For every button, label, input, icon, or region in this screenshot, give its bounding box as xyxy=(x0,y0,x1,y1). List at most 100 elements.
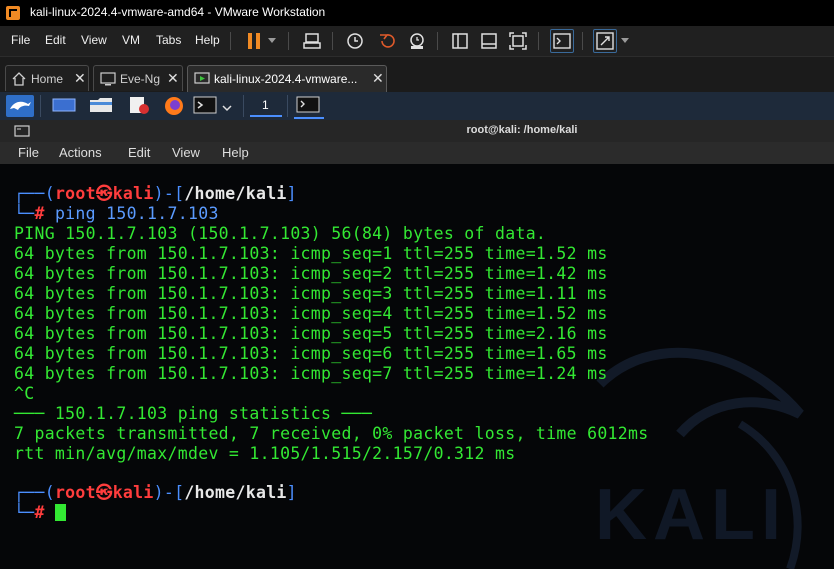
output-line: 64 bytes from 150.1.7.103: icmp_seq=6 tt… xyxy=(14,344,608,363)
full-screen-dropdown-button[interactable] xyxy=(619,29,631,53)
pause-button[interactable] xyxy=(242,29,266,53)
close-icon[interactable]: ✕ xyxy=(372,70,384,87)
snapshot-clock-icon xyxy=(347,33,363,49)
prompt-line-input[interactable]: └─# xyxy=(14,503,66,523)
taskbar-terminal-window[interactable] xyxy=(294,95,324,119)
tab-kali-linux-label: kali-linux-2024.4-vmware... xyxy=(214,72,358,86)
kali-watermark: KALI xyxy=(595,475,787,555)
snapshot-manager-icon xyxy=(410,33,424,49)
vm-running-icon xyxy=(194,72,210,84)
terminal-menu-view[interactable]: View xyxy=(172,145,200,160)
menu-edit[interactable]: Edit xyxy=(45,33,66,47)
prompt-line-command: └─# ping 150.1.7.103 xyxy=(14,204,219,223)
fullscreen-icon xyxy=(596,32,614,50)
panel-separator xyxy=(40,95,41,117)
revert-snapshot-button[interactable] xyxy=(375,29,399,53)
vm-tab-strip: Home ✕ Eve-Ng ✕ kali-linux-2024.4-vmware… xyxy=(0,57,834,92)
fit-guest-button[interactable] xyxy=(506,29,530,53)
fit-window-icon xyxy=(509,32,527,50)
pause-icon xyxy=(248,33,260,49)
output-line: 64 bytes from 150.1.7.103: icmp_seq=1 tt… xyxy=(14,244,608,263)
toolbar-separator xyxy=(332,32,333,50)
menu-tabs[interactable]: Tabs xyxy=(156,33,181,47)
terminal-menu-file[interactable]: File xyxy=(18,145,39,160)
file-manager-button[interactable] xyxy=(88,95,114,115)
power-dropdown-button[interactable] xyxy=(264,29,280,53)
send-ctrl-alt-del-button[interactable] xyxy=(300,29,324,53)
revert-icon xyxy=(380,34,395,48)
toolbar-separator xyxy=(230,32,231,50)
keyboard-send-icon xyxy=(303,33,321,49)
console-view-button[interactable] xyxy=(550,29,574,53)
thumbnail-layout-icon xyxy=(481,33,497,49)
chevron-down-icon xyxy=(621,38,629,43)
window-title: kali-linux-2024.4-vmware-amd64 - VMware … xyxy=(30,5,326,19)
toolbar-separator xyxy=(288,32,289,50)
terminal-menu-actions[interactable]: Actions xyxy=(59,145,102,160)
close-icon[interactable]: ✕ xyxy=(74,70,86,87)
output-line: ^C xyxy=(14,384,35,403)
show-desktop-button[interactable] xyxy=(52,95,76,115)
text-editor-icon xyxy=(130,97,149,114)
tab-home-label: Home xyxy=(31,72,64,86)
workspace-1-button[interactable]: 1 xyxy=(250,95,282,117)
terminal-console-icon xyxy=(553,33,571,49)
toolbar-separator xyxy=(437,32,438,50)
terminal-output-area[interactable]: KALI ┌──(root㉿kali)-[/home/kali] └─# pin… xyxy=(0,164,834,569)
terminal-icon xyxy=(296,96,320,113)
output-line: 64 bytes from 150.1.7.103: icmp_seq=4 tt… xyxy=(14,304,608,323)
panel-separator xyxy=(243,95,244,117)
output-line: 64 bytes from 150.1.7.103: icmp_seq=3 tt… xyxy=(14,284,608,303)
tab-home[interactable]: Home ✕ xyxy=(5,65,89,91)
desktop-icon xyxy=(52,98,76,112)
kali-top-panel: 1 xyxy=(0,92,834,120)
kali-menu-button[interactable] xyxy=(6,95,34,117)
show-library-button[interactable] xyxy=(448,29,472,53)
prompt-line-top: ┌──(root㉿kali)-[/home/kali] xyxy=(14,483,297,502)
menu-help[interactable]: Help xyxy=(195,33,220,47)
menu-vm[interactable]: VM xyxy=(122,33,140,47)
text-cursor xyxy=(54,504,66,521)
output-line: ─── 150.1.7.103 ping statistics ─── xyxy=(14,404,373,423)
firefox-icon xyxy=(165,97,183,115)
folder-icon xyxy=(90,98,112,112)
menu-file[interactable]: File xyxy=(11,33,30,47)
output-line: 64 bytes from 150.1.7.103: icmp_seq=2 tt… xyxy=(14,264,608,283)
terminal-icon xyxy=(193,96,217,114)
toolbar-separator xyxy=(582,32,583,50)
toolbar-separator xyxy=(538,32,539,50)
full-screen-button[interactable] xyxy=(593,29,617,53)
vmware-menubar: File Edit View VM Tabs Help xyxy=(0,26,834,57)
terminal-menu-edit[interactable]: Edit xyxy=(128,145,150,160)
window-titlebar: kali-linux-2024.4-vmware-amd64 - VMware … xyxy=(0,0,834,26)
terminal-menubar: File Actions Edit View Help xyxy=(0,142,834,165)
tab-kali-linux[interactable]: kali-linux-2024.4-vmware... ✕ xyxy=(187,65,387,92)
snapshot-button[interactable] xyxy=(343,29,367,53)
output-line: rtt min/avg/max/mdev = 1.105/1.515/2.157… xyxy=(14,444,516,463)
snapshot-manager-button[interactable] xyxy=(405,29,429,53)
output-line: 64 bytes from 150.1.7.103: icmp_seq=7 tt… xyxy=(14,364,608,383)
chevron-down-icon xyxy=(268,38,276,43)
output-line: 64 bytes from 150.1.7.103: icmp_seq=5 tt… xyxy=(14,324,608,343)
firefox-button[interactable] xyxy=(162,95,186,117)
terminal-menu-help[interactable]: Help xyxy=(222,145,249,160)
panel-separator xyxy=(287,95,288,117)
chevron-down-icon xyxy=(222,105,232,112)
kali-dragon-icon xyxy=(10,101,31,110)
close-icon[interactable]: ✕ xyxy=(167,70,179,87)
workspace-number: 1 xyxy=(262,98,269,112)
vm-icon xyxy=(100,72,116,86)
thumbnail-bar-button[interactable] xyxy=(477,29,501,53)
menu-view[interactable]: View xyxy=(81,33,107,47)
vmware-logo-icon xyxy=(6,6,20,20)
text-editor-button[interactable] xyxy=(127,95,151,115)
output-line: 7 packets transmitted, 7 received, 0% pa… xyxy=(14,424,649,443)
terminal-launcher-button[interactable] xyxy=(193,95,219,115)
prompt-line-top: ┌──(root㉿kali)-[/home/kali] xyxy=(14,184,297,203)
home-icon xyxy=(12,72,26,86)
tab-eve-ng-label: Eve-Ng xyxy=(120,72,161,86)
terminal-dropdown-button[interactable] xyxy=(222,100,236,114)
sidebar-layout-icon xyxy=(452,33,468,49)
output-line: PING 150.1.7.103 (150.1.7.103) 56(84) by… xyxy=(14,224,547,243)
tab-eve-ng[interactable]: Eve-Ng ✕ xyxy=(93,65,183,91)
